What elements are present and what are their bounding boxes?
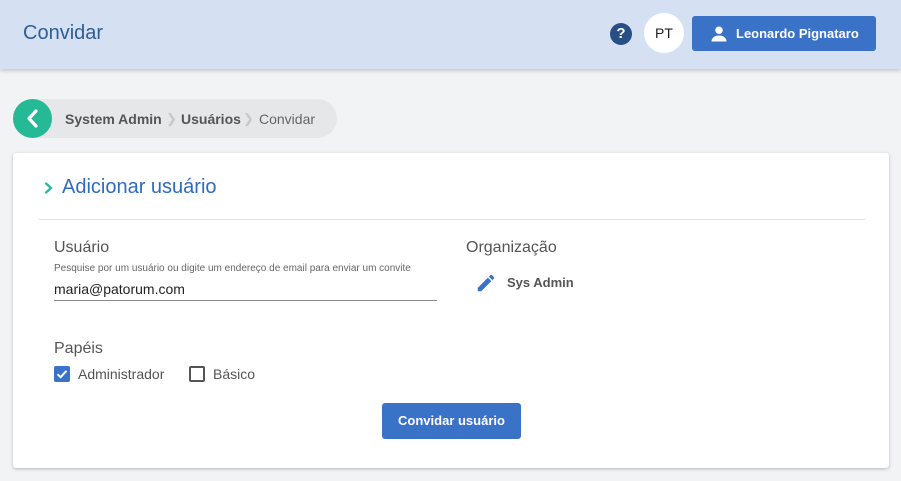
chevron-left-icon [27,109,38,128]
section-title[interactable]: Adicionar usuário [62,176,217,199]
user-menu-button[interactable]: Leonardo Pignataro [692,16,876,51]
user-field-hint: Pesquise por um usuário ou digite um end… [54,263,411,274]
page-title: Convidar [23,22,104,44]
breadcrumb-item-usuarios[interactable]: Usuários [181,111,241,127]
role-basico-label: Básico [213,366,256,382]
breadcrumb-separator-icon: ❯ [243,111,254,126]
role-administrador-label: Administrador [78,366,165,382]
invite-user-button[interactable]: Convidar usuário [382,403,521,439]
chevron-right-icon[interactable] [44,182,54,194]
user-name: Leonardo Pignataro [736,26,859,41]
avatar[interactable]: PT [644,13,684,53]
organization-value: Sys Admin [507,275,574,290]
roles-label: Papéis [54,340,103,357]
breadcrumb-item-system-admin[interactable]: System Admin [65,111,162,127]
app-header: Convidar ? PT Leonardo Pignataro [0,0,901,69]
help-icon[interactable]: ? [610,23,632,45]
user-field-label: Usuário [54,239,110,256]
back-button[interactable] [13,99,52,138]
person-icon [711,26,727,41]
user-search-input[interactable] [54,277,437,301]
role-administrador-checkbox[interactable]: Administrador [54,366,164,382]
invite-card: Adicionar usuário Usuário Pesquise por u… [13,153,889,468]
checkbox-checked-icon[interactable] [54,366,70,382]
checkbox-unchecked-icon[interactable] [189,366,205,382]
breadcrumb-separator-icon: ❯ [166,111,177,126]
role-basico-checkbox[interactable]: Básico [189,366,255,382]
breadcrumb: System Admin ❯ Usuários ❯ Convidar [13,99,337,138]
breadcrumb-item-convidar: Convidar [259,111,316,127]
organization-label: Organização [466,239,557,256]
pencil-icon[interactable] [475,272,497,294]
divider [39,219,865,220]
